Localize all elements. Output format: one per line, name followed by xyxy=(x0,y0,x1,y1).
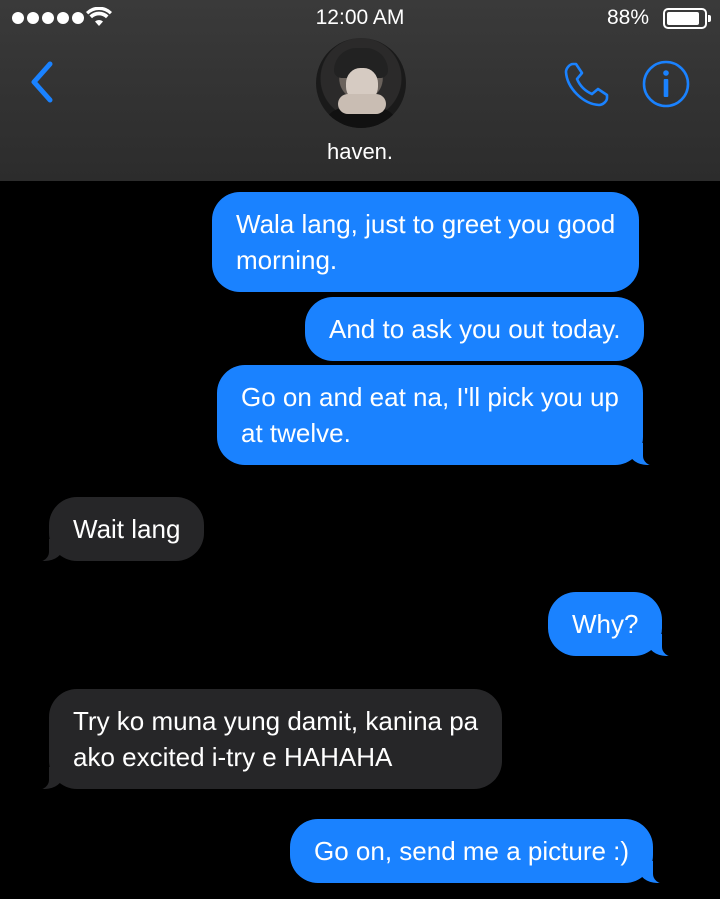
incoming-message[interactable]: Try ko muna yung damit, kanina pa ako ex… xyxy=(26,689,503,790)
message-line: Try ko muna yung damit, kanina pa xyxy=(73,706,479,736)
battery-percentage: 88% xyxy=(606,6,649,29)
message-line: Why? xyxy=(572,609,639,639)
outgoing-message[interactable]: Wala lang, just to greet you good mornin… xyxy=(212,192,640,292)
message-thread[interactable]: Wala lang, just to greet you good mornin… xyxy=(0,181,720,899)
outgoing-message[interactable]: And to ask you out today. xyxy=(305,297,645,361)
chevron-left-icon[interactable] xyxy=(24,58,60,106)
message-line: Go on and eat na, I'll pick you up xyxy=(241,382,619,412)
status-bar: 12:00 AM 88% xyxy=(0,0,720,36)
conversation-header: 12:00 AM 88% haven. xyxy=(0,0,720,181)
contact-name[interactable]: haven. xyxy=(0,139,720,165)
outgoing-message[interactable]: Why? xyxy=(548,592,686,657)
battery-icon xyxy=(663,8,711,29)
message-line: Go on, send me a picture :) xyxy=(314,836,630,866)
incoming-message[interactable]: Wait lang xyxy=(26,497,205,562)
message-line: And to ask you out today. xyxy=(329,314,621,344)
outgoing-message[interactable]: Go on, send me a picture :) xyxy=(290,819,676,884)
info-icon[interactable] xyxy=(641,59,691,109)
contact-avatar[interactable] xyxy=(316,38,406,128)
message-line: morning. xyxy=(236,245,338,275)
phone-icon[interactable] xyxy=(561,60,611,110)
message-line: at twelve. xyxy=(241,418,351,448)
message-line: Wala lang, just to greet you good xyxy=(236,209,616,239)
message-line: ako excited i-try e HAHAHA xyxy=(73,742,393,772)
message-line: Wait lang xyxy=(73,514,181,544)
outgoing-message[interactable]: Go on and eat na, I'll pick you up at tw… xyxy=(217,365,665,466)
